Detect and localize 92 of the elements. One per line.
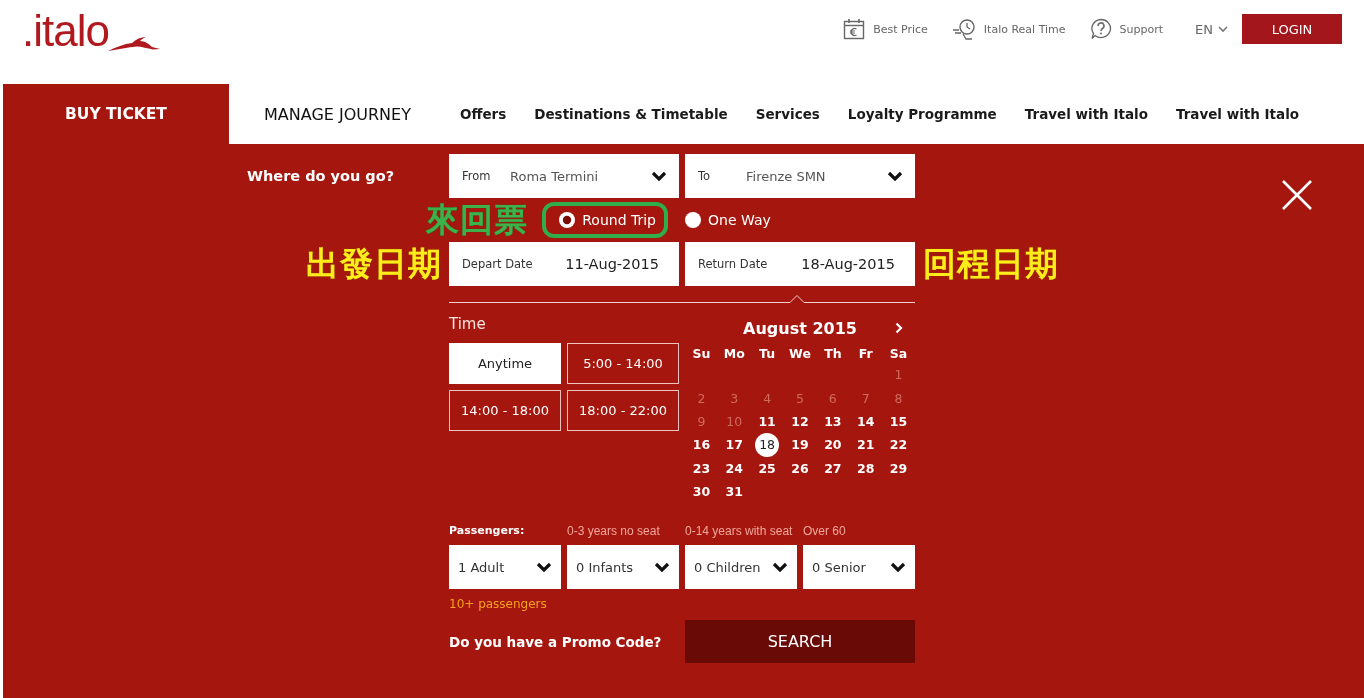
help-icon: [1089, 18, 1112, 40]
more-passengers-link[interactable]: 10+ passengers: [449, 596, 547, 613]
calendar-day[interactable]: 27: [820, 456, 845, 481]
weekday-label: Mo: [723, 345, 745, 361]
weekday-label: Su: [692, 345, 711, 361]
chevron-down-icon: [651, 170, 667, 182]
to-dropdown[interactable]: To Firenze SMN: [685, 154, 915, 198]
chevron-down-icon: [887, 170, 903, 182]
calendar-day[interactable]: 13: [820, 409, 845, 434]
next-month-icon[interactable]: [894, 322, 903, 334]
passenger-dropdown[interactable]: 0 Infants: [567, 545, 679, 590]
calendar-day[interactable]: 14: [853, 409, 878, 434]
nav-tab[interactable]: Travel with Italo: [1010, 84, 1162, 144]
chevron-down-icon: [890, 561, 906, 573]
calendar-day: 8: [886, 386, 911, 411]
calendar-day: 10: [722, 409, 747, 434]
calendar-day: 4: [755, 386, 780, 411]
time-option[interactable]: 14:00 - 18:00: [449, 390, 561, 431]
weekday-label: Tu: [759, 345, 776, 361]
time-option[interactable]: 5:00 - 14:00: [567, 343, 679, 384]
calendar-month: August 2015: [743, 318, 857, 338]
weekday-label: Sa: [889, 345, 908, 361]
calendar-day[interactable]: 15: [886, 409, 911, 434]
nav-tab[interactable]: Offers: [445, 84, 521, 144]
annotation-text: 出發日期: [306, 244, 442, 284]
chevron-down-icon: [536, 561, 552, 573]
promo-code-link[interactable]: Do you have a Promo Code?: [449, 633, 662, 650]
calendar-day: 5: [788, 386, 812, 411]
passenger-dropdown[interactable]: 0 Senior: [803, 545, 915, 590]
calendar-day: 3: [722, 386, 747, 411]
chevron-down-icon: [654, 561, 670, 573]
calendar-day[interactable]: 19: [788, 432, 812, 457]
passenger-hint: 0-3 years no seat: [567, 523, 660, 540]
passenger-dropdown[interactable]: 0 Children: [685, 545, 797, 590]
passenger-dropdown[interactable]: 1 Adult: [449, 545, 561, 590]
clock-icon: [951, 18, 976, 40]
nav-tab[interactable]: Travel with Italo: [1161, 84, 1314, 144]
calendar-day: 2: [689, 386, 714, 411]
calendar-day[interactable]: 30: [689, 479, 714, 504]
calendar-day[interactable]: 20: [820, 432, 845, 457]
calendar-day: 1: [886, 362, 911, 387]
calendar-icon: [843, 18, 866, 40]
depart-date-field[interactable]: Depart Date 11-Aug-2015: [449, 242, 679, 286]
calendar-day[interactable]: 11: [755, 409, 780, 434]
close-icon[interactable]: [1281, 179, 1313, 211]
calendar-day[interactable]: 21: [853, 432, 878, 457]
passenger-hint: 0-14 years with seat: [685, 523, 793, 540]
nav-tab[interactable]: BUY TICKET: [3, 84, 229, 144]
calendar-day: 9: [689, 409, 714, 434]
annotation-text: 來回票: [426, 200, 529, 240]
return-date-field[interactable]: Return Date 18-Aug-2015: [685, 242, 915, 286]
time-option[interactable]: Anytime: [449, 343, 561, 384]
login-button[interactable]: LOGIN: [1242, 14, 1342, 44]
calendar-day: 6: [820, 386, 845, 411]
nav-tab[interactable]: Loyalty Programme: [833, 84, 1011, 144]
swoosh-logo-icon: [107, 34, 160, 52]
passenger-hint: Over 60: [803, 523, 846, 540]
calendar-day[interactable]: 29: [886, 456, 911, 481]
calendar-day[interactable]: 24: [722, 456, 747, 481]
weekday-label: Th: [824, 345, 842, 361]
calendar-day[interactable]: 12: [788, 409, 812, 434]
calendar-day[interactable]: 23: [689, 456, 714, 481]
best-price-link[interactable]: Best Price: [843, 18, 928, 40]
from-dropdown[interactable]: From Roma Termini: [449, 154, 679, 198]
support-link[interactable]: Support: [1089, 18, 1164, 40]
calendar-day[interactable]: 25: [755, 456, 780, 481]
radio-option[interactable]: One Way: [685, 212, 771, 228]
passengers-label: Passengers:: [449, 523, 525, 540]
language-dropdown[interactable]: EN: [1195, 21, 1228, 37]
nav-tab[interactable]: MANAGE JOURNEY: [229, 84, 446, 144]
chevron-down-icon: [1218, 25, 1228, 33]
weekday-label: Fr: [858, 345, 873, 361]
nav-tab[interactable]: Destinations & Timetable: [520, 84, 742, 144]
calendar-day[interactable]: 31: [722, 479, 747, 504]
chevron-down-icon: [772, 561, 788, 573]
time-option[interactable]: 18:00 - 22:00: [567, 390, 679, 431]
calendar-day[interactable]: 26: [788, 456, 812, 481]
radio-option[interactable]: Round Trip: [559, 212, 656, 228]
logo-text[interactable]: .italo: [22, 11, 109, 51]
form-title: Where do you go?: [247, 168, 395, 184]
annotation-text: 回程日期: [923, 244, 1059, 284]
calendar-day[interactable]: 18: [755, 432, 780, 457]
calendar-day[interactable]: 16: [689, 432, 714, 457]
weekday-label: We: [789, 345, 811, 361]
time-label: Time: [449, 314, 486, 335]
search-button[interactable]: SEARCH: [685, 620, 915, 664]
calendar-day[interactable]: 28: [853, 456, 878, 481]
nav-tab[interactable]: Services: [741, 84, 834, 144]
calendar-day[interactable]: 17: [722, 432, 747, 457]
calendar-day: 7: [853, 386, 878, 411]
calendar-day[interactable]: 22: [886, 432, 911, 457]
real-time-link[interactable]: Italo Real Time: [951, 18, 1066, 40]
